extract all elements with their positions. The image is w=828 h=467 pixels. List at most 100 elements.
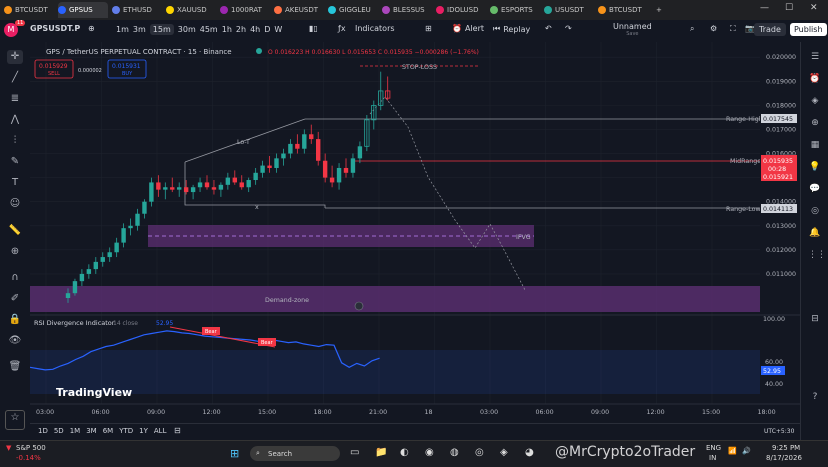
chrome-icon[interactable]: ◕ bbox=[525, 447, 534, 458]
browser-tab[interactable]: XAUUSD bbox=[166, 2, 216, 18]
candle-body[interactable] bbox=[225, 177, 231, 185]
chat-icon[interactable]: 💬 bbox=[808, 184, 822, 198]
candle-body[interactable] bbox=[232, 177, 237, 183]
candle-body[interactable] bbox=[260, 165, 265, 173]
candle-body[interactable] bbox=[149, 182, 154, 202]
candle-body[interactable] bbox=[309, 134, 314, 140]
candle-body[interactable] bbox=[281, 153, 286, 159]
explorer-icon[interactable]: 📁 bbox=[375, 447, 387, 458]
range-all[interactable]: ALL bbox=[154, 427, 167, 435]
layout-name[interactable]: Unnamed Save bbox=[613, 22, 652, 37]
range-1d[interactable]: 1D bbox=[38, 427, 48, 435]
range-ytd[interactable]: YTD bbox=[119, 427, 133, 435]
candle-body[interactable] bbox=[100, 257, 105, 262]
candle-body[interactable] bbox=[274, 158, 279, 168]
candle-body[interactable] bbox=[156, 182, 161, 190]
help-icon[interactable]: ? bbox=[808, 392, 822, 406]
volume-icon[interactable]: 🔊 bbox=[742, 447, 751, 455]
replay-button[interactable]: ⏮ Replay bbox=[493, 24, 530, 34]
favorites-star-icon[interactable]: ☆ bbox=[5, 410, 25, 430]
range-5d[interactable]: 5D bbox=[54, 427, 64, 435]
candle-body[interactable] bbox=[142, 201, 147, 214]
candle-body[interactable] bbox=[65, 293, 71, 298]
magnet-icon[interactable]: ∩ bbox=[7, 271, 23, 285]
screener-icon[interactable]: ⊟ bbox=[808, 314, 822, 328]
language[interactable]: ENG bbox=[706, 444, 721, 452]
layout-icon[interactable]: ⊞ bbox=[425, 24, 432, 33]
candle-body[interactable] bbox=[177, 187, 182, 190]
candle-body[interactable] bbox=[336, 167, 342, 183]
chart-type-icon[interactable]: ▮▯ bbox=[309, 24, 318, 33]
candle-body[interactable] bbox=[239, 182, 244, 188]
range-6m[interactable]: 6M bbox=[103, 427, 114, 435]
candle-body[interactable] bbox=[114, 242, 119, 253]
candle-body[interactable] bbox=[79, 273, 85, 282]
range-3m[interactable]: 3M bbox=[86, 427, 97, 435]
candle-body[interactable] bbox=[204, 182, 210, 188]
task-view-icon[interactable]: ▭ bbox=[350, 447, 359, 458]
store-icon[interactable]: ◍ bbox=[450, 447, 459, 458]
publish-button[interactable]: Publish bbox=[790, 23, 827, 36]
wifi-icon[interactable]: 📶 bbox=[728, 447, 737, 455]
brush-icon[interactable]: ✎ bbox=[7, 155, 23, 169]
zoom-icon[interactable]: ⊕ bbox=[7, 245, 23, 259]
eye-icon[interactable]: 👁 bbox=[7, 334, 23, 348]
alerts-icon[interactable]: ⏰ bbox=[808, 74, 822, 88]
browser-tab[interactable]: 1000RAT bbox=[220, 2, 270, 18]
utc-label[interactable]: UTC+5:30 bbox=[764, 428, 794, 435]
candle-body[interactable] bbox=[350, 158, 356, 173]
fullscreen-icon[interactable]: ⛶ bbox=[730, 24, 736, 34]
browser-tab[interactable]: BLESSUS bbox=[382, 2, 432, 18]
browser-tab[interactable]: BTCUSDT bbox=[4, 2, 54, 18]
browser-tab[interactable]: ESPORTS bbox=[490, 2, 540, 18]
browser-tab[interactable]: IDOLUSD bbox=[436, 2, 486, 18]
text-icon[interactable]: T bbox=[7, 176, 23, 190]
timeframe-15m[interactable]: 15m bbox=[149, 24, 174, 35]
apps-icon[interactable]: ⋮⋮ bbox=[808, 250, 826, 264]
taskbar-search[interactable]: ⌕ Search bbox=[250, 446, 340, 461]
timeframe-1h[interactable]: 1h bbox=[222, 25, 232, 34]
minimize-icon[interactable]: — bbox=[760, 3, 769, 13]
calendar-icon[interactable]: ▦ bbox=[808, 140, 822, 154]
candle-body[interactable] bbox=[302, 134, 307, 149]
candle-body[interactable] bbox=[170, 187, 175, 190]
candle-body[interactable] bbox=[86, 269, 92, 274]
candle-body[interactable] bbox=[218, 184, 224, 190]
range-1y[interactable]: 1Y bbox=[139, 427, 148, 435]
browser-tab[interactable]: ETHUSD bbox=[112, 2, 162, 18]
candle-body[interactable] bbox=[329, 177, 335, 183]
candle-body[interactable] bbox=[322, 160, 328, 178]
ticker-name[interactable]: S&P 500 bbox=[16, 444, 46, 452]
close-icon[interactable]: ✕ bbox=[810, 3, 818, 13]
notifications-icon[interactable]: 🔔 bbox=[808, 228, 822, 242]
symbol-search[interactable]: GPSUSDT.P bbox=[30, 24, 80, 33]
candle-body[interactable] bbox=[253, 172, 258, 181]
indicator-templates-icon[interactable]: ƒx bbox=[338, 24, 346, 33]
new-tab-button[interactable]: + bbox=[656, 2, 662, 18]
candle-body[interactable] bbox=[163, 187, 168, 190]
candle-body[interactable] bbox=[357, 146, 363, 159]
timeframe-2h[interactable]: 2h bbox=[236, 25, 246, 34]
candle-body[interactable] bbox=[288, 143, 293, 154]
date-range-icon[interactable]: ⊟ bbox=[174, 426, 181, 435]
indicators-button[interactable]: Indicators bbox=[355, 24, 395, 33]
maximize-icon[interactable]: ☐ bbox=[785, 3, 793, 13]
forecast-icon[interactable]: ⫶ bbox=[7, 134, 23, 148]
timeframe-30m[interactable]: 30m bbox=[178, 25, 196, 34]
candle-body[interactable] bbox=[93, 261, 98, 270]
timeframe-3m[interactable]: 3m bbox=[133, 25, 146, 34]
browser-tab[interactable]: GPSUS bbox=[58, 2, 108, 18]
candle-body[interactable] bbox=[197, 182, 203, 188]
alert-button[interactable]: ⏰ Alert bbox=[452, 24, 484, 33]
candle-body[interactable] bbox=[295, 143, 300, 149]
watchlist-icon[interactable]: ☰ bbox=[808, 52, 822, 66]
timeframe-1m[interactable]: 1m bbox=[116, 25, 129, 34]
browser-tab[interactable]: BTCUSDT bbox=[598, 2, 648, 18]
candle-body[interactable] bbox=[267, 165, 272, 168]
redo-icon[interactable]: ↷ bbox=[565, 24, 572, 33]
timeframe-45m[interactable]: 45m bbox=[200, 25, 218, 34]
lock-icon[interactable]: 🔒 bbox=[7, 313, 23, 327]
candle-body[interactable] bbox=[121, 228, 126, 243]
demand-zone[interactable] bbox=[30, 286, 760, 312]
app-icon[interactable]: ◉ bbox=[425, 447, 434, 458]
